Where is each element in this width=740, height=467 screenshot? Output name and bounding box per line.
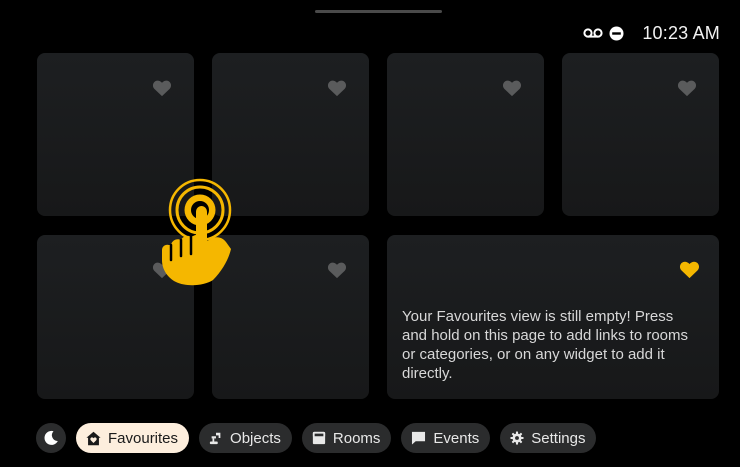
do-not-disturb-icon <box>609 26 624 41</box>
gear-icon <box>510 431 524 445</box>
room-icon <box>312 431 326 445</box>
heart-icon <box>327 79 347 97</box>
status-bar: 10:23 AM <box>583 22 720 44</box>
moon-icon <box>43 430 59 446</box>
tab-rooms[interactable]: Rooms <box>301 423 392 453</box>
tab-favourites[interactable]: Favourites <box>76 423 190 453</box>
empty-favourites-card: Your Favourites view is still empty! Pre… <box>387 235 719 399</box>
favourite-slot[interactable] <box>387 53 544 216</box>
house-heart-icon <box>86 431 101 446</box>
night-mode-button[interactable] <box>36 423 66 453</box>
heart-icon <box>679 260 700 279</box>
tab-rooms-label: Rooms <box>332 429 381 447</box>
empty-favourites-message: Your Favourites view is still empty! Pre… <box>402 308 689 382</box>
voicemail-icon <box>583 27 603 39</box>
heart-icon <box>502 79 522 97</box>
chat-icon <box>411 431 426 445</box>
heart-icon <box>327 261 347 279</box>
favourite-slot[interactable] <box>562 53 719 216</box>
tab-events-label: Events <box>433 429 480 447</box>
tab-objects-label: Objects <box>230 429 281 447</box>
drag-handle[interactable] <box>315 10 442 13</box>
press-and-hold-hand-icon <box>156 178 238 288</box>
heart-icon <box>152 79 172 97</box>
heart-icon <box>677 79 697 97</box>
tab-favourites-label: Favourites <box>108 429 179 447</box>
tab-settings-label: Settings <box>531 429 586 447</box>
tab-settings[interactable]: Settings <box>500 423 597 453</box>
tab-objects[interactable]: Objects <box>199 423 292 453</box>
lamp-icon <box>209 431 223 445</box>
bottom-navigation: Favourites Objects Rooms Events Settings <box>36 423 597 453</box>
tab-events[interactable]: Events <box>401 423 491 453</box>
clock: 10:23 AM <box>642 22 720 43</box>
